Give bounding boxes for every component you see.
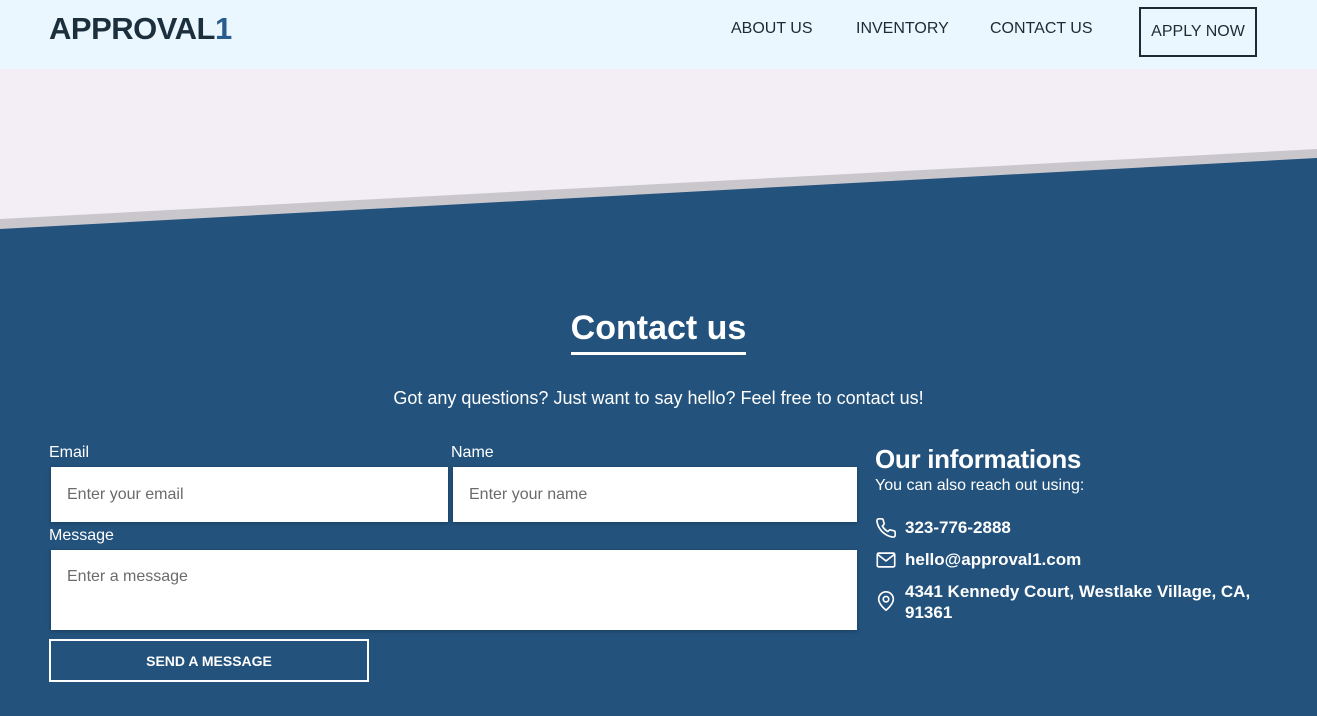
- message-field[interactable]: [51, 550, 857, 630]
- info-phone-row: 323-776-2888: [875, 517, 1011, 539]
- nav-contact-us[interactable]: CONTACT US: [990, 19, 1093, 39]
- phone-icon: [876, 518, 896, 538]
- name-label: Name: [451, 444, 494, 461]
- name-field[interactable]: [453, 467, 857, 522]
- location-pin-icon: [877, 591, 895, 611]
- mail-icon: [876, 552, 896, 568]
- email-label: Email: [49, 444, 90, 461]
- nav-about-us[interactable]: ABOUT US: [731, 19, 813, 39]
- info-subtitle: You can also reach out using:: [875, 477, 1085, 494]
- logo-text: APPROVAL: [49, 11, 215, 46]
- contact-title: Contact us: [570, 306, 747, 355]
- message-label: Message: [49, 527, 114, 544]
- info-address: 4341 Kennedy Court, Westlake Village, CA…: [905, 582, 1251, 622]
- nav-inventory[interactable]: INVENTORY: [856, 19, 949, 39]
- contact-title-wrap: Contact us: [0, 306, 1317, 355]
- info-email[interactable]: hello@approval1.com: [905, 549, 1081, 570]
- info-address-row: 4341 Kennedy Court, Westlake Village, CA…: [875, 581, 1265, 623]
- contact-subtitle: Got any questions? Just want to say hell…: [393, 388, 924, 408]
- apply-now-button[interactable]: APPLY NOW: [1139, 7, 1257, 57]
- logo[interactable]: APPROVAL1: [49, 11, 232, 47]
- email-field[interactable]: [51, 467, 448, 522]
- hero-background: [0, 69, 1317, 219]
- info-email-row: hello@approval1.com: [875, 549, 1081, 571]
- hero-band: [0, 69, 1317, 229]
- info-phone[interactable]: 323-776-2888: [905, 517, 1011, 538]
- send-message-button[interactable]: SEND A MESSAGE: [49, 639, 369, 682]
- logo-accent: 1: [214, 11, 232, 46]
- info-title: Our informations: [875, 444, 1082, 474]
- site-header: APPROVAL1 ABOUT US INVENTORY CONTACT US …: [0, 0, 1317, 69]
